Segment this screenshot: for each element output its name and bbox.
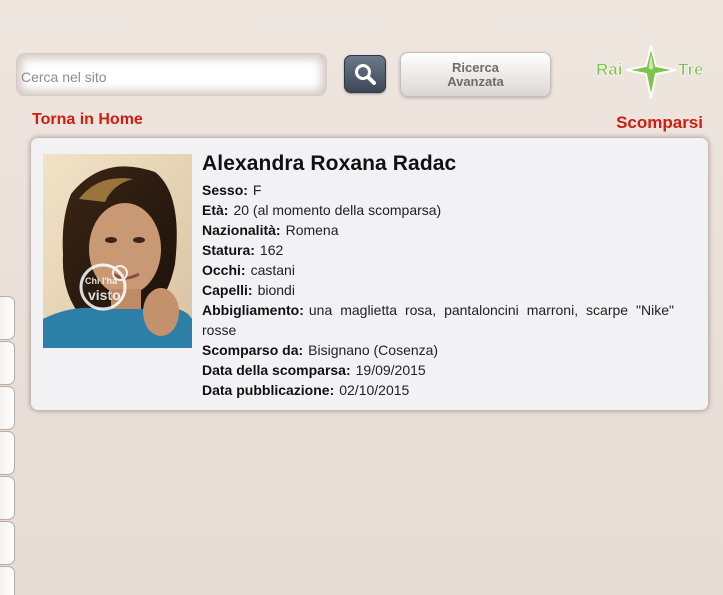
advanced-search-button[interactable]: Ricerca Avanzata: [400, 52, 551, 97]
side-tabs: [0, 296, 16, 595]
info-row-scomparso-da: Scomparso da: Bisignano (Cosenza): [202, 342, 439, 358]
info-row-eta: Età: 20 (al momento della scomparsa): [202, 202, 442, 218]
side-tab[interactable]: [0, 386, 15, 430]
side-tab[interactable]: [0, 521, 15, 565]
search-input[interactable]: [21, 66, 321, 88]
info-row-data-scomparsa: Data della scomparsa: 19/09/2015: [202, 362, 426, 378]
advanced-search-label-line1: Ricerca: [452, 59, 499, 75]
logo-text-left: Rai: [596, 60, 622, 79]
logo-text-right: Tre: [678, 60, 704, 79]
watermark-line1: Chi l'ha: [85, 276, 118, 286]
side-tab[interactable]: [0, 566, 15, 595]
info-row-statura: Statura: 162: [202, 242, 284, 258]
person-name: Alexandra Roxana Radac: [202, 152, 457, 175]
search-box[interactable]: [16, 53, 327, 96]
side-tab[interactable]: [0, 476, 15, 520]
info-row-nazionalita: Nazionalità: Romena: [202, 222, 339, 238]
side-tab[interactable]: [0, 341, 15, 385]
watermark-line2: visto: [88, 287, 121, 303]
search-button[interactable]: [344, 55, 386, 93]
section-title: Scomparsi: [616, 113, 703, 132]
info-row-capelli: Capelli: biondi: [202, 282, 295, 298]
info-row-sesso: Sesso: F: [202, 182, 262, 198]
info-row-data-pubblicazione: Data pubblicazione: 02/10/2015: [202, 382, 410, 398]
person-info: Sesso: F Età: 20 (al momento della scompar…: [202, 180, 674, 400]
advanced-search-label-line2: Avanzata: [447, 73, 504, 89]
person-card: Chi l'ha visto Alexandra Roxana Radac Se…: [31, 138, 708, 410]
rai-tre-logo[interactable]: Rai Tre: [592, 44, 710, 104]
info-row-abbigliamento: Abbigliamento: una maglietta rosa, pantal…: [202, 302, 674, 338]
side-tab[interactable]: [0, 296, 15, 340]
side-tab[interactable]: [0, 431, 15, 475]
person-photo: Chi l'ha visto: [43, 154, 192, 348]
search-icon: [355, 64, 376, 85]
home-link[interactable]: Torna in Home: [32, 111, 143, 129]
info-row-occhi: Occhi: castani: [202, 262, 295, 278]
